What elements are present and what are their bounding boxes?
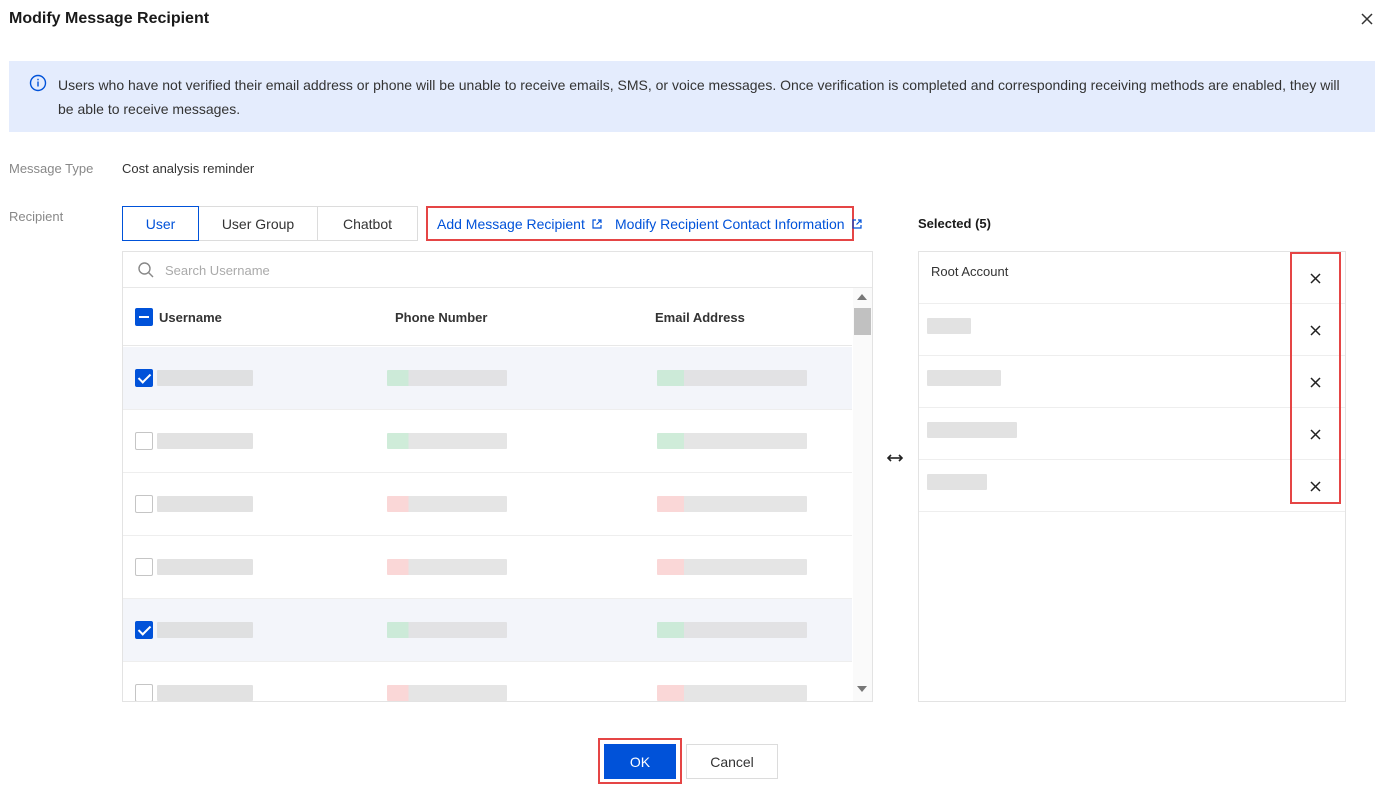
selected-item-redacted xyxy=(927,422,1017,438)
phone-redacted xyxy=(387,559,507,575)
swap-horizontal-icon xyxy=(886,454,904,462)
external-link-icon xyxy=(592,219,602,229)
username-redacted xyxy=(157,559,253,575)
search-icon xyxy=(138,262,154,278)
phone-redacted xyxy=(387,496,507,512)
selected-item-name: Root Account xyxy=(931,264,1009,279)
recipient-tabs: User User Group Chatbot xyxy=(122,206,418,241)
user-list-panel: Username Phone Number Email Address xyxy=(122,251,873,702)
selected-item xyxy=(919,304,1345,356)
table-row[interactable] xyxy=(123,347,852,410)
row-checkbox[interactable] xyxy=(135,369,153,387)
row-checkbox[interactable] xyxy=(135,495,153,513)
add-message-recipient-link[interactable]: Add Message Recipient xyxy=(437,216,603,232)
selected-title: Selected (5) xyxy=(918,216,991,231)
email-redacted xyxy=(657,496,807,512)
modify-contact-info-label: Modify Recipient Contact Information xyxy=(615,216,845,232)
tab-user[interactable]: User xyxy=(122,206,199,241)
highlight-remove-buttons xyxy=(1290,252,1341,504)
search-input[interactable] xyxy=(165,259,845,281)
tab-chatbot[interactable]: Chatbot xyxy=(318,206,418,241)
cancel-button[interactable]: Cancel xyxy=(686,744,778,779)
row-checkbox[interactable] xyxy=(135,621,153,639)
username-redacted xyxy=(157,496,253,512)
select-all-checkbox[interactable] xyxy=(135,308,153,326)
scrollbar[interactable] xyxy=(853,288,872,701)
close-button[interactable] xyxy=(1356,8,1378,30)
info-icon xyxy=(29,74,47,92)
selected-panel: Root Account xyxy=(918,251,1346,702)
close-icon xyxy=(1361,13,1373,25)
phone-redacted xyxy=(387,370,507,386)
table-row[interactable] xyxy=(123,662,852,701)
selected-item-redacted xyxy=(927,370,1001,386)
row-checkbox[interactable] xyxy=(135,432,153,450)
table-row[interactable] xyxy=(123,599,852,662)
username-redacted xyxy=(157,622,253,638)
table-row[interactable] xyxy=(123,473,852,536)
table-row[interactable] xyxy=(123,536,852,599)
selected-item-redacted xyxy=(927,474,987,490)
email-redacted xyxy=(657,622,807,638)
notice-text: Users who have not verified their email … xyxy=(58,77,1340,117)
table-row[interactable] xyxy=(123,410,852,473)
phone-redacted xyxy=(387,622,507,638)
external-link-icon xyxy=(851,219,862,229)
selected-item xyxy=(919,460,1345,512)
email-redacted xyxy=(657,685,807,701)
search-row xyxy=(123,252,872,288)
username-redacted xyxy=(157,370,253,386)
email-redacted xyxy=(657,559,807,575)
row-checkbox[interactable] xyxy=(135,684,153,701)
message-type-label: Message Type xyxy=(9,161,94,176)
tab-user-group[interactable]: User Group xyxy=(199,206,318,241)
selected-item xyxy=(919,408,1345,460)
email-redacted xyxy=(657,433,807,449)
add-message-recipient-label: Add Message Recipient xyxy=(437,216,585,232)
ok-button[interactable]: OK xyxy=(604,744,676,779)
scroll-thumb[interactable] xyxy=(854,308,871,335)
selected-item xyxy=(919,356,1345,408)
scroll-up-arrow[interactable] xyxy=(857,294,867,300)
phone-redacted xyxy=(387,433,507,449)
username-redacted xyxy=(157,433,253,449)
column-username: Username xyxy=(159,310,222,325)
column-email: Email Address xyxy=(655,310,745,325)
selected-item-redacted xyxy=(927,318,971,334)
message-type-value: Cost analysis reminder xyxy=(122,161,255,176)
username-redacted xyxy=(157,685,253,701)
column-phone: Phone Number xyxy=(395,310,488,325)
email-redacted xyxy=(657,370,807,386)
phone-redacted xyxy=(387,685,507,701)
recipient-label: Recipient xyxy=(9,209,64,224)
info-notice: Users who have not verified their email … xyxy=(9,61,1375,132)
row-checkbox[interactable] xyxy=(135,558,153,576)
dialog-title: Modify Message Recipient xyxy=(9,10,210,27)
table-header: Username Phone Number Email Address xyxy=(123,288,852,346)
modify-contact-info-link[interactable]: Modify Recipient Contact Information xyxy=(615,216,863,232)
scroll-down-arrow[interactable] xyxy=(857,686,867,692)
selected-item: Root Account xyxy=(919,252,1345,304)
